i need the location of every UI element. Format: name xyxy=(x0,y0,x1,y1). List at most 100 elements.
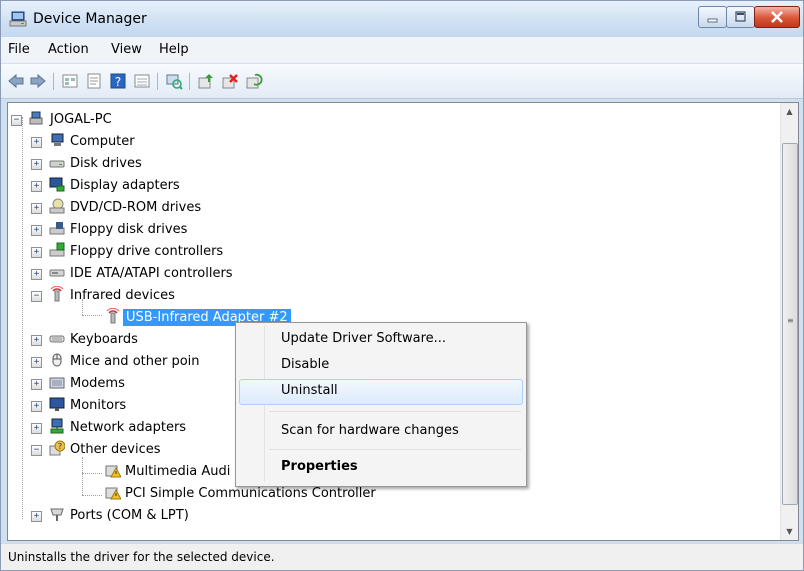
scrollbar-grip-icon: ≡ xyxy=(787,316,794,325)
tree-node-label: Disk drives xyxy=(70,156,142,171)
back-arrow-icon[interactable] xyxy=(7,72,25,90)
expand-icon[interactable]: + xyxy=(31,159,42,170)
tree-node-root[interactable]: − JOGAL-PC xyxy=(8,109,308,131)
device-manager-window: Device Manager File Action View Help ? −… xyxy=(0,0,804,571)
expand-icon[interactable]: + xyxy=(31,225,42,236)
tree-node-label: Mice and other poin xyxy=(70,354,200,369)
uninstall-icon[interactable] xyxy=(221,72,239,90)
context-item-label: Uninstall xyxy=(281,383,338,398)
expand-icon[interactable]: + xyxy=(31,335,42,346)
tree-node-dvd-cd-rom-drives[interactable]: + DVD/CD-ROM drives xyxy=(8,197,408,219)
scroll-down-arrow-icon[interactable]: ▼ xyxy=(781,523,798,540)
context-properties[interactable]: Properties xyxy=(239,455,521,479)
dvd-drive-icon xyxy=(49,198,65,214)
menu-help[interactable]: Help xyxy=(159,42,189,57)
port-icon xyxy=(50,508,64,521)
tree-node-infrared-devices[interactable]: − Infrared devices xyxy=(8,285,408,307)
display-adapter-icon xyxy=(49,177,65,192)
context-separator xyxy=(269,449,521,450)
tree-node-label: Multimedia Audi xyxy=(125,464,231,479)
tree-node-mice[interactable]: + Mice and other poin xyxy=(8,351,238,373)
expand-icon[interactable]: + xyxy=(31,379,42,390)
forward-arrow-icon[interactable] xyxy=(29,72,47,90)
tree-node-ide-ata-atapi-controllers[interactable]: + IDE ATA/ATAPI controllers xyxy=(8,263,408,285)
context-item-label: Scan for hardware changes xyxy=(281,423,459,438)
expand-icon[interactable]: + xyxy=(31,269,42,280)
help-icon[interactable]: ? xyxy=(109,72,127,90)
collapse-icon[interactable]: − xyxy=(31,291,42,302)
view-grid-icon[interactable] xyxy=(61,72,79,90)
scrollbar-thumb[interactable]: ≡ xyxy=(782,143,798,505)
expand-icon[interactable]: + xyxy=(31,181,42,192)
network-adapter-icon xyxy=(50,418,64,434)
collapse-icon[interactable]: − xyxy=(31,445,42,456)
expand-icon[interactable]: + xyxy=(31,401,42,412)
vertical-scrollbar[interactable]: ▲ ≡ ▼ xyxy=(780,103,798,540)
tree-node-label: Display adapters xyxy=(70,178,180,193)
context-scan-for-hardware-changes[interactable]: Scan for hardware changes xyxy=(239,419,521,443)
expand-icon[interactable]: + xyxy=(31,511,42,522)
tree-node-ports[interactable]: + Ports (COM & LPT) xyxy=(8,505,408,527)
scroll-up-arrow-icon[interactable]: ▲ xyxy=(781,103,798,120)
collapse-icon[interactable]: − xyxy=(11,115,22,126)
tree-node-label: Computer xyxy=(70,134,135,149)
tree-node-network-adapters[interactable]: + Network adapters xyxy=(8,417,238,439)
expand-icon[interactable]: + xyxy=(31,423,42,434)
rollback-icon[interactable] xyxy=(245,72,263,90)
toolbar: ? xyxy=(1,64,803,99)
context-update-driver-software[interactable]: Update Driver Software... xyxy=(239,327,521,351)
monitor-icon xyxy=(49,397,65,411)
svg-text:?: ? xyxy=(115,75,121,89)
menu-view[interactable]: View xyxy=(111,42,142,57)
minimize-button[interactable] xyxy=(698,6,727,28)
tree-root-label: JOGAL-PC xyxy=(50,112,112,127)
properties-sheet-icon[interactable] xyxy=(85,72,103,90)
computer-icon xyxy=(29,111,43,125)
tree-node-label: Monitors xyxy=(70,398,127,413)
tree-node-other-devices[interactable]: − ? Other devices xyxy=(8,439,238,461)
tree-node-monitors[interactable]: + Monitors xyxy=(8,395,238,417)
toolbar-separator xyxy=(189,73,190,90)
context-separator xyxy=(269,411,521,412)
scan-hardware-icon[interactable] xyxy=(165,72,183,90)
context-item-label: Update Driver Software... xyxy=(281,331,447,346)
tree-node-multimedia-audio[interactable]: Multimedia Audi xyxy=(8,461,238,483)
tree-node-computer[interactable]: + Computer xyxy=(8,131,408,153)
tree-node-label: Modems xyxy=(70,376,125,391)
view-list-icon[interactable] xyxy=(133,72,151,90)
title-bar[interactable]: Device Manager xyxy=(1,1,803,37)
close-button[interactable] xyxy=(754,6,800,28)
context-uninstall[interactable]: Uninstall xyxy=(239,379,523,405)
warning-device-icon xyxy=(105,487,121,500)
context-menu: Update Driver Software... Disable Uninst… xyxy=(235,322,527,487)
tree-node-label: Floppy drive controllers xyxy=(70,244,224,259)
context-item-label: Disable xyxy=(281,357,330,372)
minimize-icon xyxy=(707,18,718,23)
maximize-button[interactable] xyxy=(726,6,755,28)
tree-node-modems[interactable]: + Modems xyxy=(8,373,238,395)
update-driver-icon[interactable] xyxy=(197,72,215,90)
expand-icon[interactable]: + xyxy=(31,247,42,258)
menu-action[interactable]: Action xyxy=(48,42,89,57)
menu-file[interactable]: File xyxy=(8,42,30,57)
tree-node-disk-drives[interactable]: + Disk drives xyxy=(8,153,408,175)
tree-node-keyboards[interactable]: + Keyboards xyxy=(8,329,238,351)
warning-device-icon xyxy=(105,465,121,478)
expand-icon[interactable]: + xyxy=(31,203,42,214)
tree-node-floppy-drive-controllers[interactable]: + Floppy drive controllers xyxy=(8,241,408,263)
tree-node-label: Infrared devices xyxy=(70,288,175,303)
status-text: Uninstalls the driver for the selected d… xyxy=(8,550,275,564)
computer-icon xyxy=(51,133,64,146)
disk-drive-icon xyxy=(49,160,65,168)
mouse-icon xyxy=(52,353,62,367)
expand-icon[interactable]: + xyxy=(31,137,42,148)
window-title: Device Manager xyxy=(33,11,147,27)
tree-node-label: Other devices xyxy=(70,442,161,457)
expand-icon[interactable]: + xyxy=(31,357,42,368)
tree-node-floppy-disk-drives[interactable]: + Floppy disk drives xyxy=(8,219,408,241)
context-disable[interactable]: Disable xyxy=(239,353,521,377)
tree-node-label: PCI Simple Communications Controller xyxy=(125,486,376,501)
tree-node-display-adapters[interactable]: + Display adapters xyxy=(8,175,408,197)
toolbar-separator xyxy=(53,73,54,90)
floppy-controller-icon xyxy=(49,242,65,257)
